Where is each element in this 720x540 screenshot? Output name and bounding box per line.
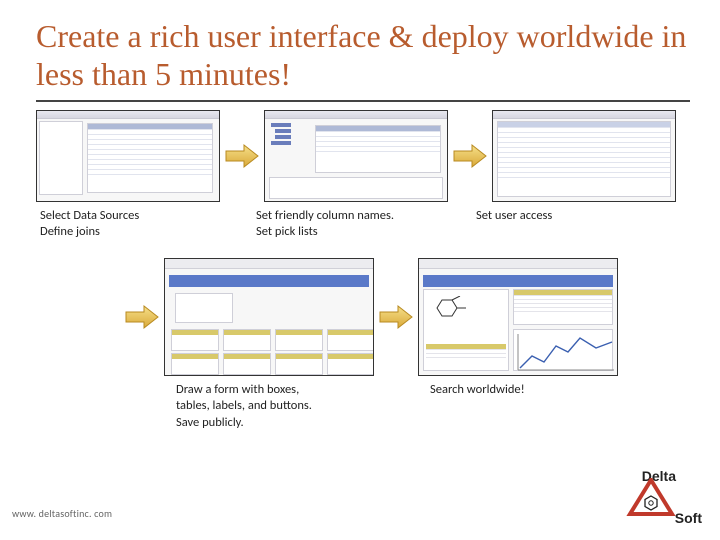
caption-user-access: Set user access — [476, 208, 676, 224]
arrow-icon — [452, 142, 488, 170]
caption-search-worldwide: Search worldwide! — [430, 382, 596, 398]
arrow-icon — [378, 303, 414, 331]
arrow-icon — [124, 303, 160, 331]
logo: Delta Soft — [602, 468, 702, 526]
caption-pick-lists: Set pick lists — [256, 224, 476, 240]
caption-define-joins: Define joins — [40, 224, 256, 240]
workflow-row-1 — [36, 110, 690, 202]
slide-title: Create a rich user interface & deploy wo… — [36, 18, 690, 102]
screenshot-data-sources — [36, 110, 220, 202]
caption-column-names: Set friendly column names. — [256, 208, 476, 224]
logo-triangle-icon — [626, 478, 676, 518]
caption-draw-form-2: tables, labels, and buttons. — [176, 398, 396, 414]
caption-select-sources: Select Data Sources — [40, 208, 256, 224]
caption-draw-form-3: Save publicly. — [176, 415, 396, 431]
caption-draw-form-1: Draw a form with boxes, — [176, 382, 396, 398]
slide: Create a rich user interface & deploy wo… — [0, 0, 720, 540]
screenshot-user-access — [492, 110, 676, 202]
captions-row-1: Select Data Sources Define joins Set fri… — [36, 208, 690, 241]
screenshot-search — [418, 258, 618, 376]
captions-row-2: Draw a form with boxes, tables, labels, … — [36, 382, 690, 431]
footer-url: www. deltasoftinc. com — [12, 507, 112, 520]
arrow-icon — [224, 142, 260, 170]
logo-text-soft: Soft — [675, 510, 702, 526]
workflow-row-2 — [36, 258, 690, 376]
screenshot-form-builder — [164, 258, 374, 376]
screenshot-columns — [264, 110, 448, 202]
